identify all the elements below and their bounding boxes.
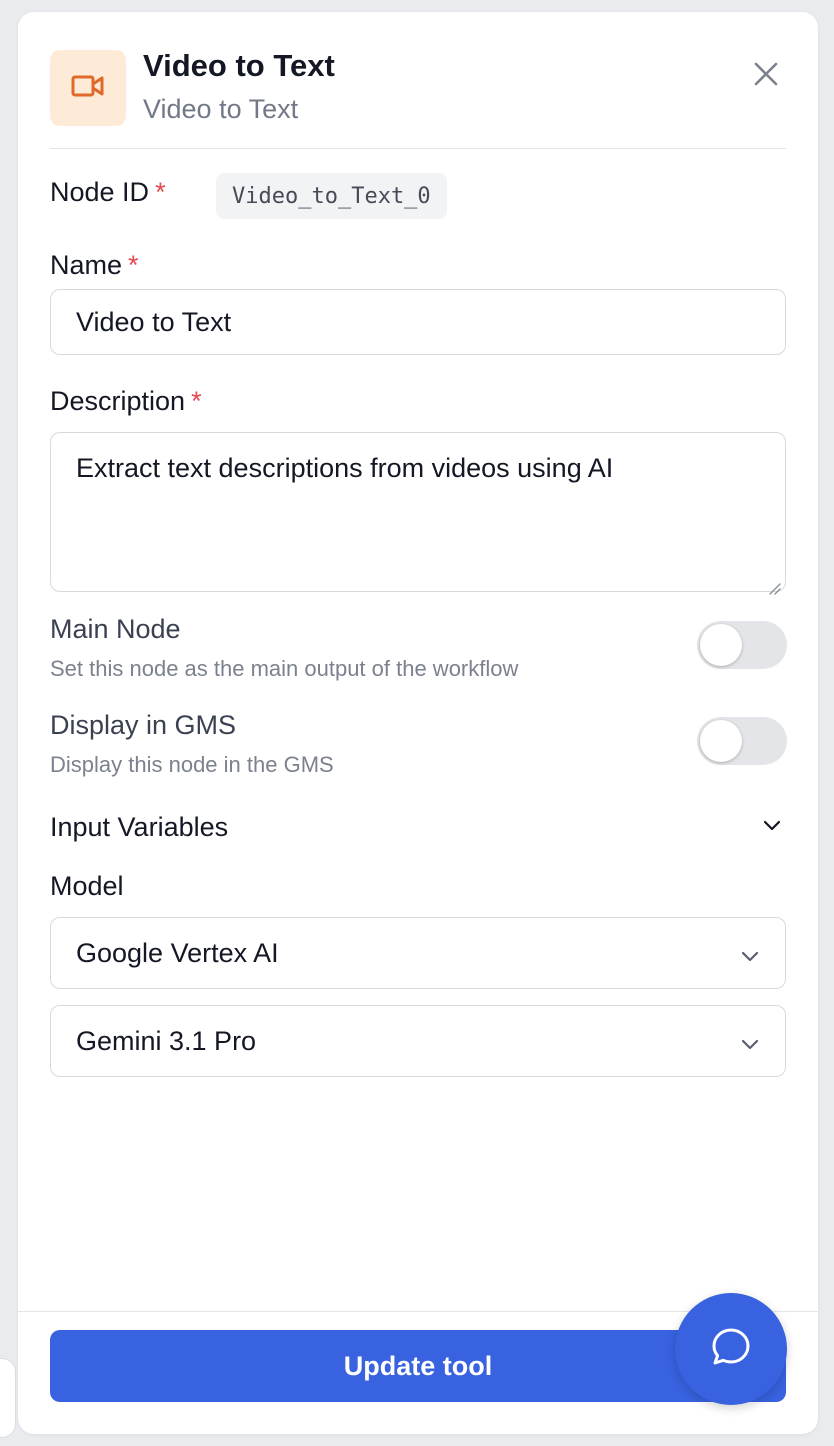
- required-mark: *: [155, 177, 166, 207]
- model-provider-value: Google Vertex AI: [76, 937, 279, 968]
- resize-handle-icon[interactable]: [766, 572, 782, 595]
- input-variables-toggle[interactable]: Input Variables: [50, 805, 786, 849]
- description-textarea[interactable]: Extract text descriptions from videos us…: [50, 432, 786, 595]
- display-in-gms-toggle[interactable]: [697, 717, 787, 765]
- chevron-down-icon: [740, 1026, 760, 1057]
- model-label: Model: [50, 871, 124, 901]
- toggle-knob: [700, 720, 742, 762]
- display-in-gms-description: Display this node in the GMS: [50, 752, 334, 777]
- close-button[interactable]: [746, 56, 786, 96]
- chevron-down-icon: [740, 938, 760, 969]
- required-mark: *: [191, 386, 202, 416]
- background-panel-edge: [0, 1358, 16, 1438]
- toggle-knob: [700, 624, 742, 666]
- name-label: Name *: [50, 250, 139, 280]
- display-in-gms-title: Display in GMS: [50, 710, 237, 740]
- node-id-value: Video_to_Text_0: [216, 173, 447, 219]
- video-camera-icon: [71, 73, 105, 104]
- main-node-title: Main Node: [50, 614, 181, 644]
- input-variables-label: Input Variables: [50, 811, 229, 842]
- main-node-description: Set this node as the main output of the …: [50, 656, 519, 681]
- header-divider: [50, 148, 786, 149]
- description-text: Extract text descriptions from videos us…: [76, 453, 614, 483]
- required-mark: *: [128, 250, 139, 280]
- node-config-panel: Video to Text Video to Text Node ID * Vid…: [18, 12, 818, 1434]
- description-label: Description *: [50, 386, 202, 416]
- panel-subtitle: Video to Text: [143, 94, 299, 124]
- model-provider-select[interactable]: Google Vertex AI: [50, 917, 786, 989]
- node-id-label: Node ID *: [50, 177, 166, 207]
- model-name-value: Gemini 3.1 Pro: [76, 1025, 257, 1056]
- chat-bubble-icon: [709, 1325, 753, 1374]
- node-type-badge: [50, 50, 126, 126]
- close-icon: [753, 61, 779, 92]
- panel-title: Video to Text: [143, 48, 335, 83]
- main-node-toggle[interactable]: [697, 621, 787, 669]
- chevron-down-icon: [762, 818, 782, 836]
- chat-button[interactable]: [675, 1293, 787, 1405]
- name-input[interactable]: Video to Text: [50, 289, 786, 355]
- model-name-select[interactable]: Gemini 3.1 Pro: [50, 1005, 786, 1077]
